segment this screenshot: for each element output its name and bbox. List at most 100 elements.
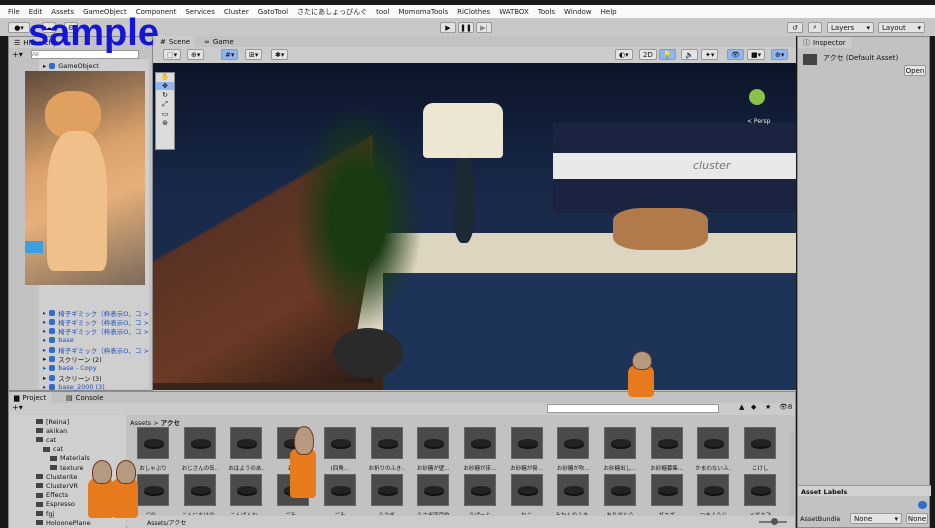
snap-icon[interactable]: ✱▾: [271, 49, 289, 60]
lighting-icon[interactable]: 💡: [659, 49, 676, 60]
menu-item[interactable]: Help: [601, 8, 617, 16]
grid-snap-icon[interactable]: #▾: [221, 49, 239, 60]
gizmos-icon[interactable]: ⊕▾: [771, 49, 789, 60]
menu-item[interactable]: Tools: [538, 8, 555, 16]
hierarchy-item[interactable]: ▸ 椅子ギミック（枠表示O、コ >: [43, 327, 149, 336]
menu-item[interactable]: RiClothes: [457, 8, 490, 16]
layout-dropdown[interactable]: Layout ▾: [878, 22, 925, 33]
search-icon[interactable]: ⌕: [808, 22, 822, 33]
tab-console[interactable]: ▤ Console: [61, 392, 108, 403]
asset-item[interactable]: お砂糖が床...: [462, 427, 498, 472]
asset-scrollbar[interactable]: [789, 432, 794, 517]
asset-item[interactable]: ごの...: [135, 474, 171, 515]
open-button[interactable]: Open: [904, 65, 926, 76]
asset-item[interactable]: ありがとう: [602, 474, 638, 515]
step-button[interactable]: ▶|: [476, 22, 492, 33]
asset-item[interactable]: こんにちはの...: [182, 474, 218, 515]
folder-item[interactable]: Clusterite: [36, 472, 77, 481]
hierarchy-item[interactable]: ▸ base: [43, 336, 74, 345]
asset-item[interactable]: お祈りのふき...: [369, 427, 405, 472]
folder-item[interactable]: fgj: [36, 509, 54, 518]
move-tool-icon[interactable]: ✥: [156, 82, 174, 90]
filter-type-icon[interactable]: ▲: [739, 403, 744, 411]
asset-item[interactable]: お砂糖が吹...: [555, 427, 591, 472]
assetbundle-dropdown[interactable]: None ▾: [850, 513, 902, 524]
hierarchy-item[interactable]: ▸ GameObject: [43, 61, 99, 70]
asset-item[interactable]: うさぎ四百竹: [415, 474, 451, 515]
menu-item[interactable]: WATBOX: [499, 8, 529, 16]
asset-item[interactable]: お砂糖が壁...: [415, 427, 451, 472]
hierarchy-item[interactable]: ▸ 椅子ギミック（枠表示O、コ >: [43, 308, 149, 318]
folder-item[interactable]: Materials: [50, 454, 90, 463]
hierarchy-item[interactable]: ▸ 椅子ギミック（枠表示O、コ >: [43, 317, 149, 327]
thumbnail-size-slider[interactable]: [759, 518, 787, 525]
scene-viewport[interactable]: cluster < Persp: [153, 63, 796, 390]
account-button[interactable]: ●▾: [8, 22, 30, 33]
menu-item[interactable]: Services: [185, 8, 215, 16]
add-button[interactable]: +▾: [12, 50, 23, 59]
asset-item[interactable]: つまようじ: [695, 474, 731, 515]
label-tag-icon[interactable]: [918, 501, 927, 509]
hierarchy-item[interactable]: ▸ スクリーン (2): [43, 355, 102, 364]
folder-item[interactable]: cat: [36, 435, 56, 444]
asset-item[interactable]: ねこ: [509, 474, 545, 515]
folder-item[interactable]: HoloonePlane: [36, 518, 91, 527]
persp-label[interactable]: < Persp: [747, 118, 770, 125]
asset-item[interactable]: うさぎ: [369, 474, 405, 515]
camera-icon[interactable]: ■▾: [747, 49, 766, 60]
pause-button[interactable]: ❚❚: [458, 22, 474, 33]
project-search-input[interactable]: [547, 404, 719, 413]
asset-item[interactable]: こんばんわ...: [228, 474, 264, 515]
hierarchy-item[interactable]: ▸ base - Copy: [43, 364, 97, 373]
shading-icon[interactable]: ◐▾: [615, 49, 633, 60]
menu-item[interactable]: File: [8, 8, 20, 16]
asset-item[interactable]: こけし: [742, 427, 778, 472]
rotate-tool-icon[interactable]: ↻: [162, 91, 168, 99]
folder-item[interactable]: texture: [50, 463, 83, 472]
tab-game[interactable]: ∞ Game: [199, 36, 239, 47]
variant-dropdown[interactable]: None: [906, 513, 928, 524]
tab-inspector[interactable]: ⓘ Inspector: [798, 37, 851, 48]
asset-item[interactable]: ガスボ: [649, 474, 685, 515]
favorite-icon[interactable]: ★: [765, 403, 771, 411]
menu-item[interactable]: さたにあしょっぴんぐ: [297, 7, 367, 17]
pivot-icon[interactable]: ⊕▾: [187, 49, 205, 60]
menu-item[interactable]: tool: [376, 8, 389, 16]
visibility-icon[interactable]: 👁: [727, 49, 744, 60]
menu-item[interactable]: Cluster: [224, 8, 249, 16]
tab-scene[interactable]: # Scene: [155, 36, 196, 47]
play-button[interactable]: ▶: [440, 22, 456, 33]
history-icon[interactable]: ↺: [787, 22, 803, 33]
transform-tool-icon[interactable]: ⊛: [162, 119, 168, 127]
hand-tool-icon[interactable]: ✋: [161, 73, 170, 81]
tab-project[interactable]: ▆ Project: [9, 392, 52, 403]
breadcrumb-assets[interactable]: Assets: [130, 419, 151, 427]
folder-item[interactable]: Effects: [36, 491, 68, 500]
asset-item[interactable]: おはようのあ...: [228, 427, 264, 472]
asset-item[interactable]: おしゃぶり: [135, 427, 171, 472]
folder-item[interactable]: ClusterVR: [36, 481, 78, 490]
asset-item[interactable]: うぱーと: [462, 474, 498, 515]
hierarchy-item[interactable]: ▸ 椅子ギミック（枠表示O、コ >: [43, 345, 149, 355]
asset-item[interactable]: メガネ飞: [742, 474, 778, 515]
menu-item[interactable]: Window: [564, 8, 592, 16]
increment-snap-icon[interactable]: ⊞▾: [245, 49, 263, 60]
asset-item[interactable]: お砂糖が掛...: [509, 427, 545, 472]
asset-item[interactable]: お砂糖出し...: [602, 427, 638, 472]
asset-item[interactable]: お砂糖募集...: [649, 427, 685, 472]
asset-item[interactable]: おじさんの缶...: [182, 427, 218, 472]
audio-icon[interactable]: 🔈: [681, 49, 698, 60]
asset-item[interactable]: (四角...: [322, 427, 358, 472]
folder-item[interactable]: [Reina]: [36, 417, 69, 426]
effects-icon[interactable]: ✦▾: [701, 49, 719, 60]
draw-mode-icon[interactable]: ⬚▾: [163, 49, 182, 60]
hierarchy-item[interactable]: ▸ スクリーン (3): [43, 373, 102, 383]
asset-item[interactable]: ごみ: [322, 474, 358, 515]
mode-2d-button[interactable]: 2D: [639, 49, 657, 60]
menu-item[interactable]: GatoTool: [258, 8, 288, 16]
orientation-gizmo[interactable]: [749, 89, 765, 105]
filter-label-icon[interactable]: ◆: [751, 403, 756, 411]
layers-dropdown[interactable]: Layers ▾: [827, 22, 874, 33]
folder-item[interactable]: Espresso: [36, 500, 75, 509]
breadcrumb-current[interactable]: アクセ: [161, 419, 180, 427]
